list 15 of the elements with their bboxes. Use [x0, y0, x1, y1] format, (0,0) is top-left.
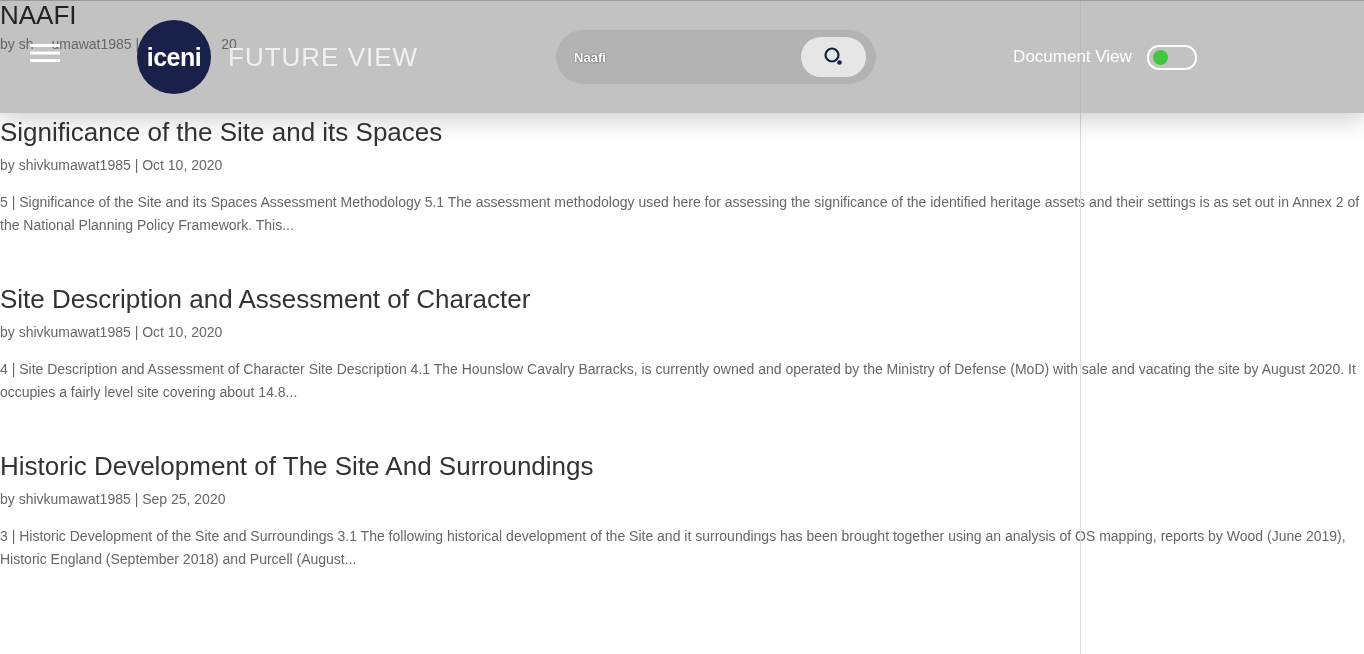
- post-meta: by shivkumawat1985 | Oct 10, 2020: [0, 323, 224, 342]
- post-excerpt: 5 | Significance of the Site and its Spaces Assessment Methodology 5.1 The assessment methodology used here for assessing the significance of the identified heritage assets and their settings is as set out in Annex 2 of the National Planning Policy Framework. This...: [0, 193, 1361, 235]
- post-meta: by shivkumawat1985 | Oct 10, 2020: [0, 156, 224, 175]
- post-meta: umawat1985 |: [51, 35, 140, 54]
- view-toggle[interactable]: [1146, 44, 1197, 70]
- search-button[interactable]: [801, 37, 867, 77]
- post-title[interactable]: Site Description and Assessment of Character: [0, 284, 1364, 314]
- post-excerpt: 4 | Site Description and Assessment of Character Site Description 4.1 The Hounslow Cavalry Barracks, is currently owned and operated by the Ministry of Defense (MoD) with sale and vacating the site by August 2020. It occupies a fairly level site covering about 14.8...: [0, 360, 1357, 402]
- search-icon: [822, 46, 845, 68]
- toggle-label: Document View: [1013, 47, 1132, 67]
- post-meta: by shivkumawat1985 | Sep 25, 2020: [0, 490, 227, 509]
- post-title[interactable]: Significance of the Site and its Spaces: [0, 117, 1364, 147]
- post-title[interactable]: Historic Development of The Site And Surroundings: [0, 451, 1364, 481]
- post-excerpt: 3 | Historic Development of the Site and Surroundings 3.1 The following historical development of the Site and it surroundings has been brought together using an analysis of OS mapping, reports by Wood (June 2019), Historic England (September 2018) and Purcell (August...: [0, 527, 1347, 569]
- post-title[interactable]: NAAFI: [0, 0, 77, 30]
